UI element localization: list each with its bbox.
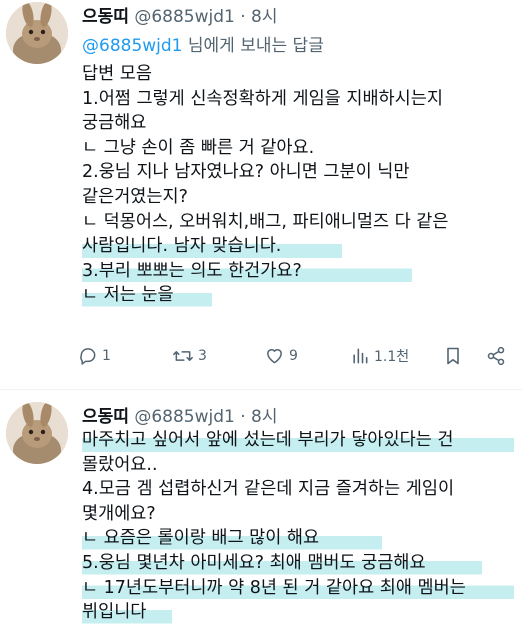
text-line: 4.모금 겜 섭렵하신거 같은데 지금 즐겨하는 게임이 (82, 479, 455, 500)
text-line: ㄴ 요즘은 롤이랑 배그 많이 해요 (82, 526, 382, 551)
share-icon (487, 346, 505, 366)
retweet-button[interactable]: 3 (172, 346, 207, 366)
text-line: 사람입니다. 남자 맞습니다. (82, 234, 342, 259)
tweet-text: 답변 모음 1.어쩜 그렇게 신속정확하게 게임을 지배하시는지 궁금해요 ㄴ … (82, 62, 516, 308)
text-line: 마주치고 싶어서 앞에 섰는데 부리가 닿아있다는 건 (82, 428, 514, 453)
rabbit-avatar-icon (6, 2, 68, 64)
text-line: 같은거였는지? (82, 186, 188, 207)
reply-button[interactable]: 1 (78, 346, 111, 366)
retweet-icon (173, 351, 193, 361)
avatar[interactable] (6, 402, 68, 464)
text-line: 몇개에요? (82, 503, 156, 524)
text-line: 뷔입니다 (82, 600, 172, 625)
heart-icon (267, 349, 282, 364)
display-name[interactable]: 으동띠 (82, 407, 129, 427)
tweet-card[interactable]: 으동띠 @6885wjd1 · 8시 마주치고 싶어서 앞에 섰는데 부리가 닿… (0, 390, 522, 640)
analytics-icon (353, 348, 368, 364)
views-button[interactable]: 1.1천 (350, 346, 409, 366)
text-line: 5.웅님 몇년차 아미세요? 최애 맴버도 궁금해요 (82, 550, 482, 576)
text-line: 2.웅님 지나 남자였나요? 아니면 그분이 닉만 (82, 162, 410, 183)
mention-link[interactable]: @6885wjd1 (82, 36, 183, 56)
text-line: 몰랐어요.. (82, 454, 158, 475)
replying-suffix: 님에게 보내는 답글 (182, 36, 324, 56)
share-button[interactable] (486, 346, 506, 366)
text-line: ㄴ 17년도부터니까 약 8년 된 거 같아요 최애 멤버는 (82, 575, 514, 601)
handle-time[interactable]: @6885wjd1 · 8시 (134, 7, 277, 27)
text-line: 답변 모음 (82, 64, 152, 84)
like-button[interactable]: 9 (264, 346, 298, 366)
reply-count: 1 (102, 348, 111, 364)
tweet-header: 으동띠 @6885wjd1 · 8시 (82, 2, 278, 27)
tweet-text: 마주치고 싶어서 앞에 섰는데 부리가 닿아있다는 건 몰랐어요.. 4.모금 … (82, 428, 516, 625)
bookmark-icon (447, 347, 459, 365)
replying-to: @6885wjd1 님에게 보내는 답글 (82, 31, 324, 56)
avatar[interactable] (6, 2, 68, 64)
bookmark-button[interactable] (444, 346, 462, 366)
views-count: 1.1천 (374, 349, 410, 365)
text-line: ㄴ 저는 눈을 (82, 283, 212, 308)
like-count: 9 (289, 348, 298, 364)
rabbit-avatar-icon (6, 402, 68, 464)
text-line: 3.부리 뽀뽀는 의도 한건가요? (82, 258, 412, 284)
text-line: ㄴ 그냥 손이 좀 빠른 거 같아요. (82, 137, 315, 158)
display-name[interactable]: 으동띠 (82, 7, 129, 27)
retweet-count: 3 (198, 348, 207, 364)
tweet-header: 으동띠 @6885wjd1 · 8시 (82, 402, 278, 427)
text-line: ㄴ 덕몽어스, 오버워치,배그, 파티애니멀즈 다 같은 (82, 211, 449, 232)
handle-time[interactable]: @6885wjd1 · 8시 (134, 407, 277, 427)
tweet-card[interactable]: 으동띠 @6885wjd1 · 8시 @6885wjd1 님에게 보내는 답글 … (0, 0, 522, 390)
text-line: 1.어쩜 그렇게 신속정확하게 게임을 지배하시는지 (82, 88, 443, 109)
reply-icon (80, 348, 96, 365)
text-line: 궁금해요 (82, 113, 147, 134)
tweet-actions: 1 3 9 1.1천 (78, 346, 518, 374)
